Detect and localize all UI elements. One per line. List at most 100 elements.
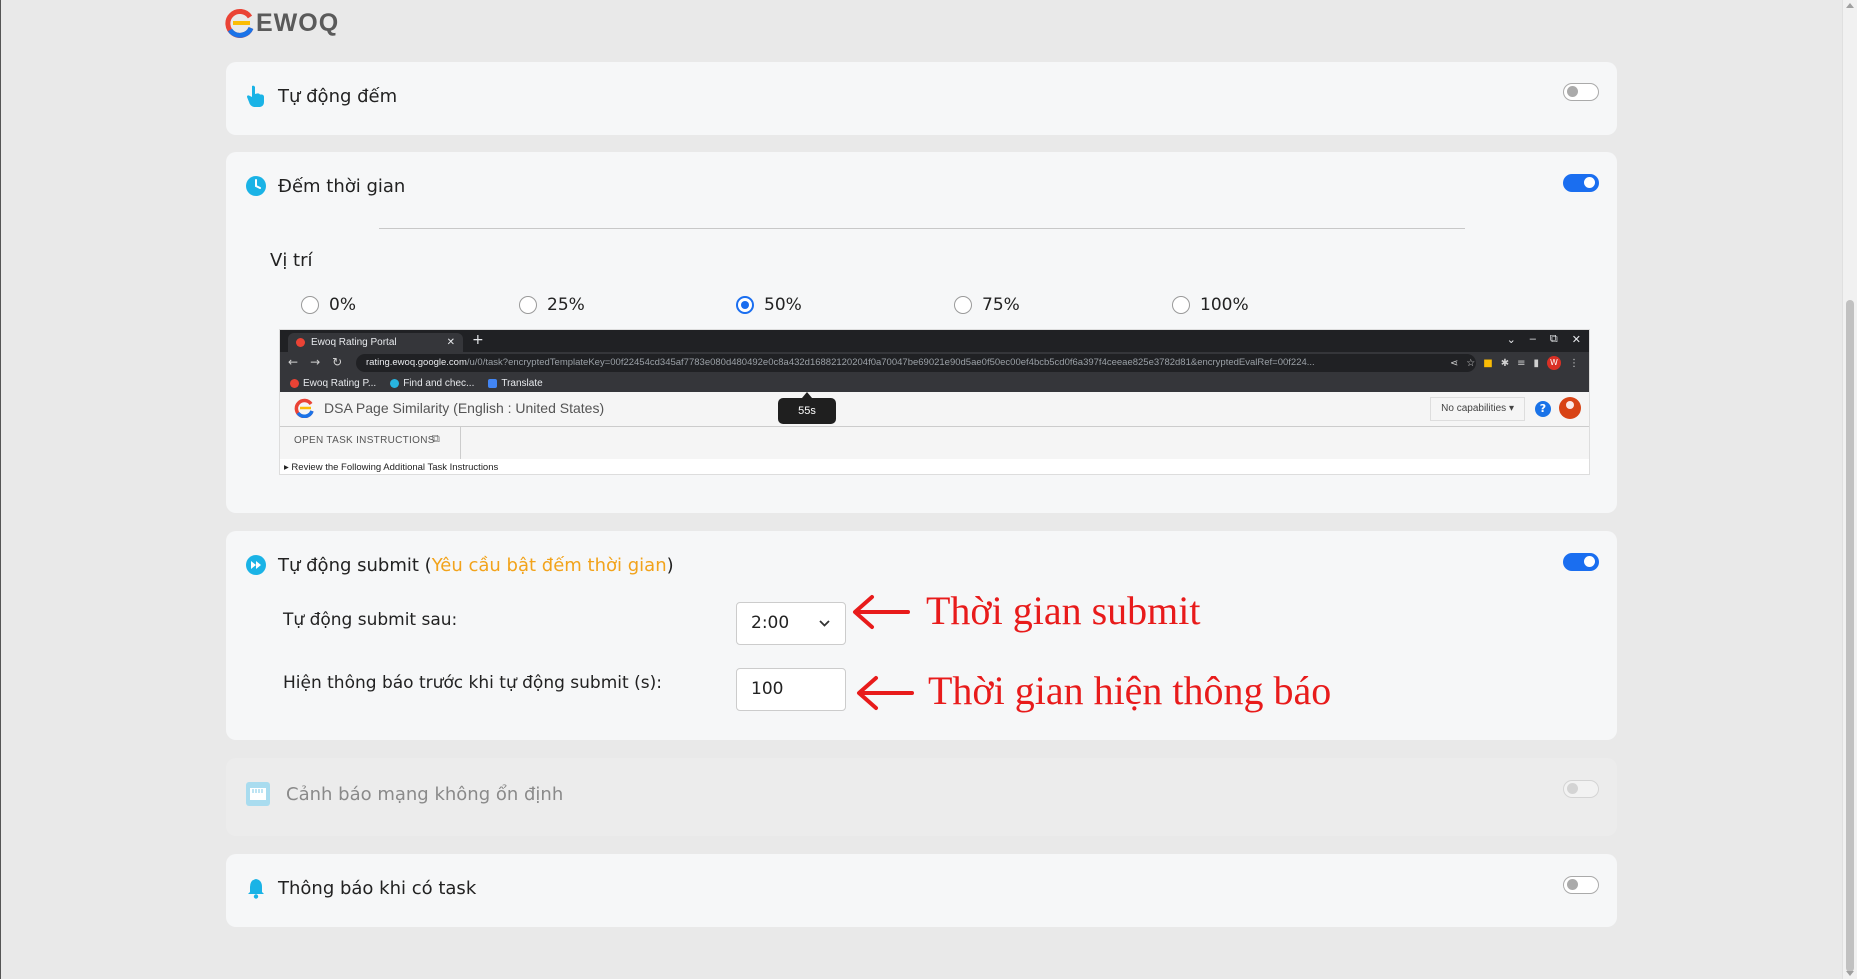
radio-dot[interactable] — [1172, 296, 1190, 314]
bookmark-item: Ewoq Rating P... — [290, 378, 376, 389]
preview-address-bar: ← → ↻ rating.ewoq.google.com/u/0/task?en… — [280, 352, 1589, 374]
ewoq-logo-icon — [225, 9, 254, 38]
annotation-notify-time: Thời gian hiện thông báo — [928, 668, 1332, 713]
app-logo: EWOQ — [224, 8, 339, 38]
toggle-knob — [1567, 86, 1578, 97]
extension-options-page: EWOQ Tự động đếm Đếm thời gian Vị trí 0%… — [0, 0, 1857, 979]
back-icon: ← — [288, 355, 299, 369]
help-icon: ? — [1535, 401, 1551, 417]
task-notify-toggle[interactable] — [1563, 876, 1599, 894]
annotation-arrow-left-icon — [853, 595, 910, 629]
url-path: /u/0/task?encryptedTemplateKey=00f22454c… — [466, 357, 1315, 368]
card-header: Đếm thời gian — [244, 174, 405, 198]
card-auto-submit: Tự động submit (Yêu cầu bật đếm thời gia… — [226, 531, 1617, 740]
scroll-up-icon[interactable] — [1846, 3, 1854, 8]
radio-dot[interactable] — [519, 296, 537, 314]
chevron-down-icon: ⌄ — [1506, 334, 1516, 346]
preview-extensions: ⋖ ☆ ■ ✱ ≡ ▮ W ⋮ — [1450, 356, 1579, 370]
notify-before-input[interactable]: 100 — [736, 668, 846, 711]
fast-forward-icon — [244, 553, 268, 577]
clock-icon — [244, 174, 268, 198]
ewoq-logo-icon — [294, 398, 314, 418]
hand-pointer-icon — [244, 84, 268, 108]
external-link-icon: ⧉ — [432, 432, 440, 445]
preview-page-title: DSA Page Similarity (English : United St… — [294, 398, 604, 418]
paren-close: ) — [666, 554, 674, 576]
card-title: Thông báo khi có task — [278, 877, 477, 899]
card-title: Tự động đếm — [278, 85, 398, 107]
radio-dot-selected[interactable] — [736, 296, 754, 314]
preview-nav-buttons: ← → ↻ — [288, 355, 342, 369]
select-value: 2:00 — [751, 613, 790, 633]
bookmark-label: Ewoq Rating P... — [303, 377, 377, 389]
card-header: Tự động đếm — [244, 84, 397, 108]
scroll-thumb[interactable] — [1846, 300, 1854, 972]
preview-page: DSA Page Similarity (English : United St… — [280, 392, 1589, 474]
card-header: Tự động submit (Yêu cầu bật đếm thời gia… — [244, 553, 674, 577]
radio-position-100[interactable]: 100% — [1172, 295, 1249, 315]
capabilities-dropdown: No capabilities ▾ — [1430, 397, 1525, 421]
divider — [280, 426, 1589, 427]
preview-tab-title: Ewoq Rating Portal — [311, 337, 397, 348]
network-warning-toggle[interactable] — [1563, 780, 1599, 798]
annotation-submit-time: Thời gian submit — [926, 588, 1201, 633]
chevron-down-icon — [818, 603, 831, 661]
bookmark-label: Translate — [501, 377, 543, 389]
auto-submit-toggle[interactable] — [1563, 553, 1599, 571]
radio-dot[interactable] — [954, 296, 972, 314]
radio-label: 100% — [1200, 295, 1249, 315]
divider — [460, 427, 461, 459]
notify-before-label: Hiện thông báo trước khi tự động submit … — [283, 673, 662, 693]
preview-tab-bar: Ewoq Rating Portal ✕ + ⌄ – ⧉ ✕ — [280, 330, 1589, 352]
user-avatar — [1559, 397, 1581, 419]
card-timer: Đếm thời gian Vị trí 0% 25% 50% 75% 100%… — [226, 152, 1617, 513]
card-header: Cảnh báo mạng không ổn định — [244, 780, 563, 808]
w-favicon-icon — [390, 378, 400, 388]
puzzle-icon: ✱ — [1500, 357, 1510, 369]
scroll-down-icon[interactable] — [1846, 971, 1854, 976]
radio-position-50[interactable]: 50% — [736, 295, 802, 315]
review-instructions-row: ▸ Review the Following Additional Task I… — [280, 459, 1589, 474]
preview-tab: Ewoq Rating Portal ✕ — [288, 333, 463, 352]
card-title: Cảnh báo mạng không ổn định — [286, 783, 564, 805]
preview-url: rating.ewoq.google.com/u/0/task?encrypte… — [356, 354, 1476, 372]
radio-dot[interactable] — [301, 296, 319, 314]
submit-after-select[interactable]: 2:00 — [736, 602, 846, 645]
radio-position-25[interactable]: 25% — [519, 295, 585, 315]
share-icon: ⋖ — [1449, 357, 1459, 369]
page-scrollbar[interactable] — [1842, 0, 1857, 979]
close-icon: ✕ — [446, 337, 455, 348]
translate-icon — [488, 378, 498, 388]
new-tab-icon: + — [472, 332, 484, 348]
card-task-notify: Thông báo khi có task — [226, 854, 1617, 927]
toggle-knob — [1567, 783, 1578, 794]
card-title: Tự động submit (Yêu cầu bật đếm thời gia… — [278, 555, 674, 576]
capabilities-label: No capabilities — [1441, 403, 1507, 414]
position-label: Vị trí — [270, 250, 313, 271]
bookmark-item: Find and chec... — [390, 378, 474, 389]
position-radio-group: 0% 25% 50% 75% 100% — [301, 295, 1301, 319]
radio-position-75[interactable]: 75% — [954, 295, 1020, 315]
card-title: Đếm thời gian — [278, 175, 406, 197]
reading-list-icon: ≡ — [1517, 357, 1526, 369]
forward-icon: → — [310, 355, 321, 369]
bookmark-label: Find and chec... — [403, 377, 475, 389]
minimize-icon: – — [1529, 333, 1536, 345]
more-icon: ⋮ — [1569, 357, 1579, 369]
submit-after-label: Tự động submit sau: — [283, 610, 458, 630]
extension-icon: ■ — [1483, 357, 1493, 369]
toggle-knob — [1584, 556, 1595, 567]
preview-bookmarks-bar: Ewoq Rating P... Find and chec... Transl… — [280, 374, 1589, 392]
card-network-warning: Cảnh báo mạng không ổn định — [226, 758, 1617, 836]
auto-submit-title: Tự động submit — [278, 554, 419, 576]
ewoq-favicon-icon — [290, 378, 299, 388]
card-auto-count: Tự động đếm — [226, 62, 1617, 135]
radio-label: 75% — [982, 295, 1020, 315]
reload-icon: ↻ — [332, 355, 343, 369]
card-header: Thông báo khi có task — [244, 876, 476, 900]
auto-count-toggle[interactable] — [1563, 83, 1599, 101]
timer-toggle[interactable] — [1563, 174, 1599, 192]
radio-position-0[interactable]: 0% — [301, 295, 356, 315]
toggle-knob — [1567, 879, 1578, 890]
preview-timer-badge: 55s — [778, 392, 836, 424]
